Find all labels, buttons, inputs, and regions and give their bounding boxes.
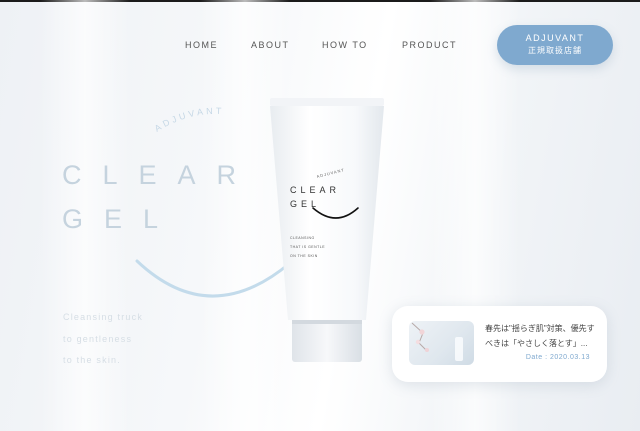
- tagline-line-3: to the skin.: [63, 355, 121, 365]
- blossom-shape: [425, 348, 429, 352]
- brand-arc-text: ADJUVANT: [153, 106, 225, 134]
- bottle-shape: [455, 337, 463, 361]
- news-date: Date : 2020.03.13: [525, 354, 590, 361]
- news-card[interactable]: 春先は"揺らぎ肌"対策、優先すべきは「やさしく落とす」... Date : 20…: [392, 306, 607, 382]
- hero-word-gel: GEL: [62, 204, 180, 234]
- product-tube-image: ADJUVANT CLEAR GEL CLEANSING THAT IS GEN…: [270, 98, 384, 362]
- blossom-shape: [419, 329, 425, 335]
- tube-desc-3: ON THE SKIN: [290, 254, 318, 258]
- tube-cap-rim: [292, 320, 362, 324]
- tube-body: [270, 106, 384, 320]
- tagline-line-2: to gentleness: [63, 334, 133, 344]
- tube-desc-2: THAT IS GENTLE: [290, 245, 325, 249]
- tagline-line-1: Cleansing truck: [63, 312, 144, 322]
- tube-desc-1: CLEANSING: [290, 236, 315, 240]
- tube-cap: [292, 320, 362, 362]
- news-thumbnail: [409, 321, 474, 365]
- branch-shape: [411, 322, 428, 352]
- brand-arc-textpath: ADJUVANT: [153, 106, 222, 134]
- blossom-shape: [415, 339, 421, 345]
- news-title: 春先は"揺らぎ肌"対策、優先すべきは「やさしく落とす」...: [485, 324, 595, 348]
- blossom-photo: [411, 322, 463, 361]
- tube-crimp: [270, 98, 384, 106]
- tube-name-clear: CLEAR: [290, 185, 340, 195]
- tube-name-gel: GEL: [290, 199, 320, 209]
- hero-word-clear: CLEAR: [62, 160, 258, 190]
